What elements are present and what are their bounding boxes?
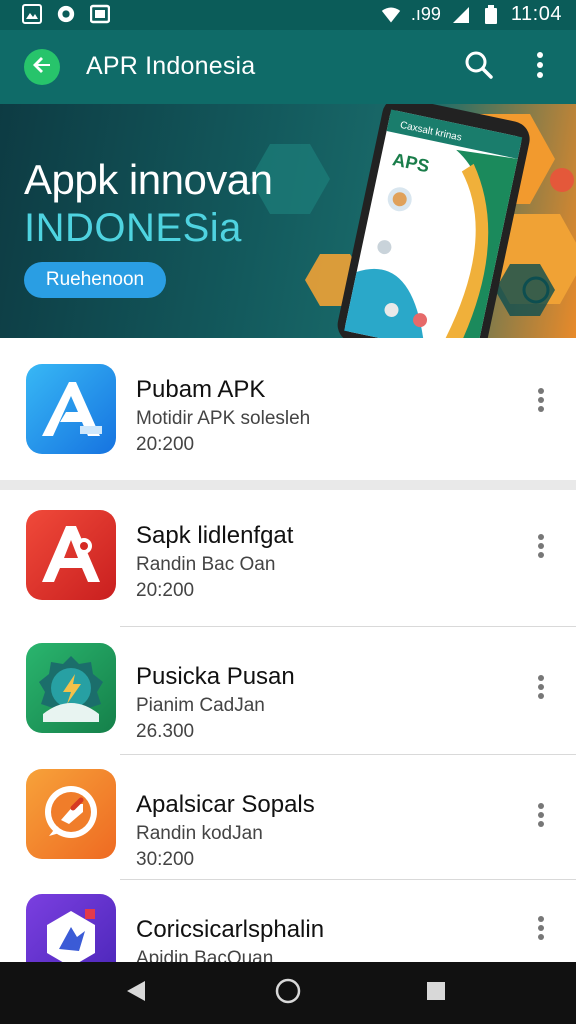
- app-bar-title: APR Indonesia: [86, 52, 256, 80]
- purple-hex-icon: [26, 894, 116, 962]
- status-left-icons: [22, 4, 110, 24]
- search-icon: [464, 50, 494, 85]
- more-vert-icon: [537, 387, 545, 418]
- app-name: Pusicka Pusan: [136, 663, 295, 690]
- status-right-icons: .ı99 11:04: [381, 3, 562, 26]
- app-size: 20:200: [136, 580, 195, 601]
- app-name: Coricsicarlsphalin: [136, 916, 325, 943]
- orange-chat-icon: [26, 769, 116, 859]
- app-store-a-icon: [26, 364, 116, 454]
- back-triangle-icon: [125, 979, 147, 1008]
- app-subtitle: Randin kodJan: [136, 823, 263, 844]
- row-more-button[interactable]: [528, 530, 554, 566]
- row-more-button[interactable]: [528, 671, 554, 707]
- row-more-button[interactable]: [528, 384, 554, 420]
- list-item[interactable]: Sapk lidlenfgat Randin Bac Oan 20:200: [0, 490, 576, 618]
- status-bar: .ı99 11:04: [0, 0, 576, 30]
- list-item[interactable]: Apalsicar Sopals Randin kodJan 30:200: [0, 755, 576, 883]
- app-bar: APR Indonesia: [0, 30, 576, 104]
- list-item[interactable]: Coricsicarlsphalin Apidin BacOuan: [0, 880, 576, 962]
- battery-icon: [481, 4, 501, 25]
- banner-cta-button[interactable]: Ruehenoon: [24, 262, 166, 298]
- red-a-icon: [26, 510, 116, 600]
- app-name: Apalsicar Sopals: [136, 791, 315, 818]
- app-subtitle: Randin Bac Oan: [136, 554, 276, 575]
- nav-home-button[interactable]: [272, 977, 304, 1009]
- back-button[interactable]: [24, 49, 60, 85]
- nav-recents-button[interactable]: [420, 977, 452, 1009]
- more-vert-icon: [536, 51, 544, 84]
- banner-title: Appk innovan: [24, 156, 273, 203]
- signal-text: .ı99: [410, 4, 441, 24]
- app-subtitle: Apidin BacOuan: [136, 948, 274, 962]
- search-button[interactable]: [462, 50, 496, 84]
- list-item[interactable]: Pusicka Pusan Pianim CadJan 26.300: [0, 627, 576, 755]
- more-vert-icon: [537, 533, 545, 564]
- app-list: Pubam APK Motidir APK solesleh 20:200 Sa…: [0, 338, 576, 962]
- app-name: Sapk lidlenfgat: [136, 522, 294, 549]
- featured-app-row[interactable]: Pubam APK Motidir APK solesleh 20:200: [0, 338, 576, 480]
- row-more-button[interactable]: [528, 912, 554, 948]
- overflow-menu-button[interactable]: [526, 50, 554, 84]
- gallery-icon: [22, 4, 42, 24]
- row-more-button[interactable]: [528, 799, 554, 835]
- banner-phone-illustration: Caxsalt krinas APS: [250, 104, 576, 338]
- more-vert-icon: [537, 915, 545, 946]
- list-separator: [0, 480, 576, 490]
- app-size: 30:200: [136, 849, 195, 870]
- app-size: 20:200: [136, 434, 195, 455]
- back-arrow-icon: [30, 53, 54, 82]
- home-circle-icon: [274, 977, 302, 1010]
- image-icon: [90, 4, 110, 24]
- more-vert-icon: [537, 674, 545, 705]
- app-subtitle: Pianim CadJan: [136, 695, 265, 716]
- system-nav-bar: [0, 962, 576, 1024]
- more-vert-icon: [537, 802, 545, 833]
- green-badge-icon: [26, 643, 116, 733]
- app-size: 26.300: [136, 721, 195, 742]
- wifi-icon: [381, 5, 401, 25]
- recents-square-icon: [425, 980, 447, 1007]
- cell-signal-icon: [451, 5, 471, 25]
- camera-icon: [56, 4, 76, 24]
- status-time: 11:04: [510, 3, 562, 25]
- nav-back-button[interactable]: [120, 977, 152, 1009]
- app-subtitle: Motidir APK solesleh: [136, 408, 311, 429]
- banner-subtitle: INDONESia: [24, 206, 242, 250]
- promo-banner[interactable]: Caxsalt krinas APS Appk innovan INDONESi…: [0, 104, 576, 338]
- app-name: Pubam APK: [136, 376, 266, 403]
